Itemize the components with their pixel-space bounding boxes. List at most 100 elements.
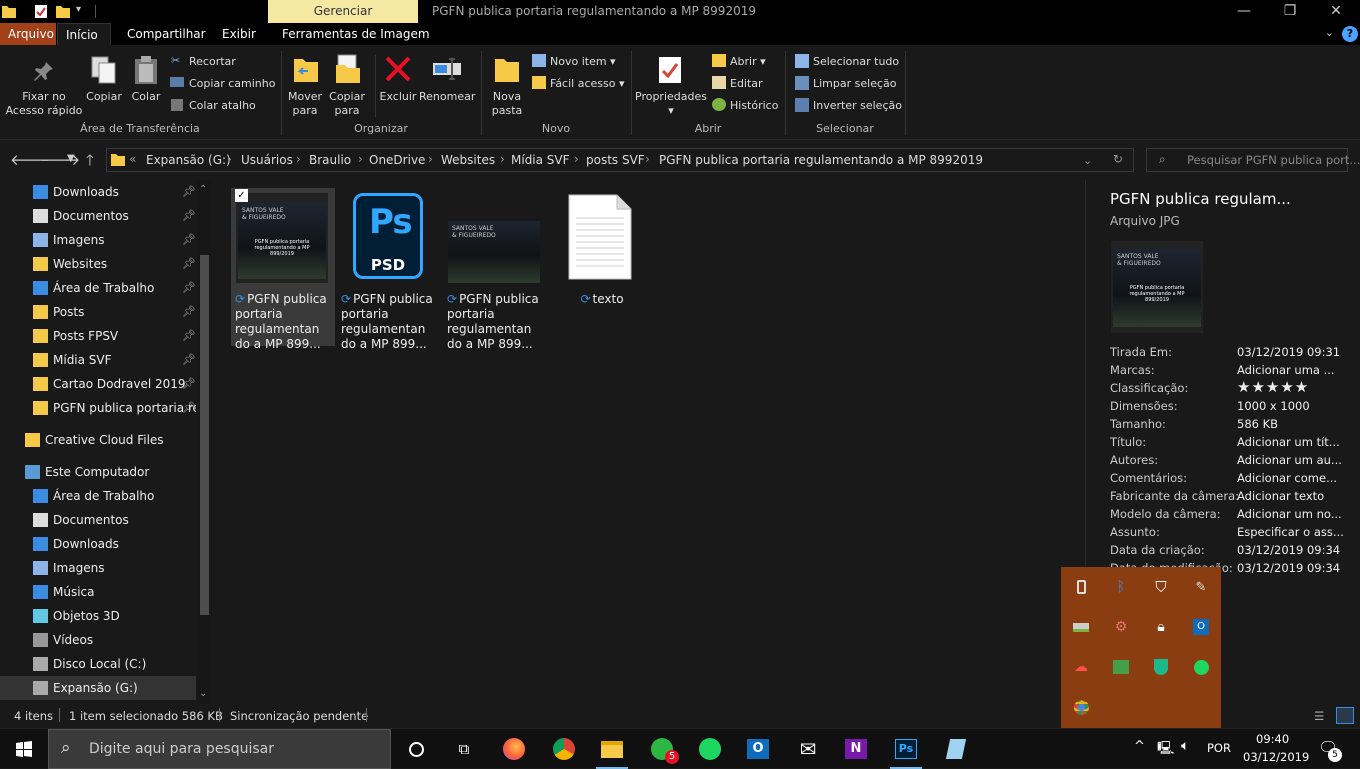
nav-pc-item[interactable]: Música	[0, 580, 196, 604]
defender-tray-icon[interactable]	[1141, 647, 1181, 687]
clock-date[interactable]: 03/12/2019	[1243, 750, 1309, 764]
quick-access-dropdown-icon[interactable]: ▾	[76, 4, 90, 19]
select-all-button[interactable]: Selecionar tudo	[813, 55, 899, 69]
help-icon[interactable]: ?	[1342, 26, 1358, 42]
properties-check-icon[interactable]	[34, 4, 48, 19]
breadcrumb-expansao[interactable]: Expansão (G:)	[146, 153, 231, 167]
scroll-down-icon[interactable]: ⌄	[199, 688, 207, 699]
context-tab-gerenciar[interactable]: Gerenciar	[268, 0, 418, 23]
input-language[interactable]: POR	[1207, 741, 1231, 755]
chrome-icon[interactable]	[540, 729, 588, 769]
breadcrumb-overflow-icon[interactable]: «	[129, 152, 136, 166]
nav-quick-item[interactable]: PGFN publica portaria re 📌︎	[0, 396, 196, 420]
notepad-icon[interactable]	[932, 729, 980, 769]
nav-quick-item[interactable]: Documentos 📌︎	[0, 204, 196, 228]
delete-button[interactable]: Excluir	[376, 90, 420, 104]
chevron-right-icon[interactable]: ›	[645, 152, 650, 166]
copy-button[interactable]: Copiar	[84, 90, 124, 104]
maximize-button[interactable]: ❐	[1267, 0, 1313, 23]
breadcrumb-usuarios[interactable]: Usuários	[241, 153, 293, 167]
breadcrumb-websites[interactable]: Websites	[441, 153, 495, 167]
outlook-icon[interactable]: O	[734, 729, 782, 769]
nav-creative-cloud[interactable]: Creative Cloud Files	[0, 428, 196, 452]
image-app-tray-icon[interactable]	[1101, 647, 1141, 687]
nav-this-pc[interactable]: Este Computador	[0, 460, 196, 484]
pin-icon[interactable]: 📌︎	[182, 396, 196, 420]
chevron-right-icon[interactable]: ›	[574, 152, 579, 166]
nav-quick-item[interactable]: Área de Trabalho 📌︎	[0, 276, 196, 300]
mail-icon[interactable]: ✉	[784, 729, 832, 769]
bluetooth-icon[interactable]: ᛒ	[1101, 567, 1141, 607]
history-button[interactable]: Histórico	[730, 99, 778, 113]
nav-pc-item[interactable]: Área de Trabalho	[0, 484, 196, 508]
network-icon[interactable]: 🖳︎	[1157, 739, 1174, 761]
file-item-jpg-1[interactable]: SANTOS VALE & FIGUEIREDO PGFN publica po…	[231, 188, 335, 351]
breadcrumb-braulio[interactable]: Braulio	[309, 153, 351, 167]
share-app-icon[interactable]: ⚙	[1101, 607, 1141, 647]
nav-scrollbar-thumb[interactable]	[200, 255, 209, 615]
recent-dropdown-icon[interactable]: ▼	[67, 153, 75, 164]
up-arrow-icon[interactable]: 🡑	[86, 150, 94, 175]
breadcrumb-midia-svf[interactable]: Mídia SVF	[511, 153, 570, 167]
select-none-button[interactable]: Limpar seleção	[813, 77, 896, 91]
nav-pc-item[interactable]: Vídeos	[0, 628, 196, 652]
spotify-tray-icon[interactable]	[1181, 647, 1221, 687]
nav-pc-item[interactable]: Objetos 3D	[0, 604, 196, 628]
property-value[interactable]: 03/12/2019 09:31	[1237, 345, 1340, 359]
invert-selection-button[interactable]: Inverter seleção	[813, 99, 902, 113]
large-icons-view-icon[interactable]	[1336, 707, 1354, 724]
property-value[interactable]: ★★★★★	[1237, 378, 1309, 396]
open-button[interactable]: Abrir ▾	[730, 55, 766, 69]
address-bar[interactable]: « Expansão (G:) › Usuários › Braulio › O…	[106, 148, 1134, 172]
properties-button[interactable]: Propriedades ▾	[634, 90, 708, 118]
task-view-icon[interactable]: ⧉	[440, 729, 488, 769]
copy-to-button[interactable]: Copiar para	[326, 90, 368, 118]
photoshop-icon[interactable]: Ps	[882, 729, 930, 769]
pin-icon[interactable]: 📌︎	[182, 180, 196, 204]
search-box[interactable]: ⌕ Pesquisar PGFN publica port...	[1146, 148, 1360, 172]
chevron-right-icon[interactable]: ›	[296, 152, 301, 166]
easy-access-button[interactable]: Fácil acesso ▾	[550, 77, 625, 91]
chrome-tray-icon[interactable]	[1061, 687, 1101, 727]
action-center-icon[interactable]: 🗨︎ 5	[1318, 738, 1342, 762]
new-folder-icon[interactable]	[56, 4, 70, 19]
app-tray-icon[interactable]: ✎	[1181, 567, 1221, 607]
search-input[interactable]: Pesquisar PGFN publica port...	[1187, 153, 1360, 167]
nav-quick-item[interactable]: Mídia SVF 📌︎	[0, 348, 196, 372]
copy-path-button[interactable]: Copiar caminho	[189, 77, 275, 91]
pin-icon[interactable]: 📌︎	[182, 252, 196, 276]
close-button[interactable]: ✕	[1313, 0, 1359, 23]
pin-icon[interactable]: 📌︎	[182, 276, 196, 300]
property-value[interactable]: 586 KB	[1237, 417, 1278, 431]
nav-pc-item[interactable]: Downloads	[0, 532, 196, 556]
tab-arquivo[interactable]: Arquivo	[0, 23, 56, 45]
selection-checkbox[interactable]: ✓	[235, 189, 248, 202]
property-value[interactable]: Adicionar texto	[1237, 489, 1324, 503]
rename-button[interactable]: Renomear	[419, 90, 475, 104]
pin-quick-access-button[interactable]: Fixar no Acesso rápido	[2, 90, 86, 118]
nav-pc-item[interactable]: Documentos	[0, 508, 196, 532]
usb-eject-icon[interactable]	[1061, 567, 1101, 607]
tab-ferramentas-imagem[interactable]: Ferramentas de Imagem	[274, 23, 438, 45]
cut-button[interactable]: Recortar	[189, 55, 236, 69]
tab-inicio[interactable]: Início	[57, 23, 111, 45]
start-windows-icon[interactable]	[0, 729, 48, 769]
spotify-icon[interactable]	[686, 729, 734, 769]
nav-quick-item[interactable]: Websites 📌︎	[0, 252, 196, 276]
chevron-right-icon[interactable]: ›	[500, 152, 505, 166]
nav-quick-item[interactable]: Cartao Dodravel 2019 📌︎	[0, 372, 196, 396]
file-explorer-taskbar-icon[interactable]	[588, 729, 636, 769]
clock-time[interactable]: 09:40	[1256, 732, 1289, 746]
property-value[interactable]: Adicionar um no...	[1237, 507, 1342, 521]
outlook-tray-icon[interactable]: O	[1181, 607, 1221, 647]
chevron-right-icon[interactable]: ›	[428, 152, 433, 166]
taskbar-search-input[interactable]: Digite aqui para pesquisar	[89, 741, 274, 757]
lock-app-icon[interactable]: 🔒︎	[1141, 607, 1181, 647]
cortana-icon[interactable]	[392, 729, 440, 769]
nav-pc-item[interactable]: Expansão (G:)	[0, 676, 196, 700]
breadcrumb-onedrive[interactable]: OneDrive	[369, 153, 425, 167]
minimize-button[interactable]: —	[1221, 0, 1267, 23]
nav-pc-item[interactable]: Disco Local (C:)	[0, 652, 196, 676]
paste-shortcut-button[interactable]: Colar atalho	[189, 99, 256, 113]
details-view-icon[interactable]: ☰	[1314, 709, 1324, 723]
